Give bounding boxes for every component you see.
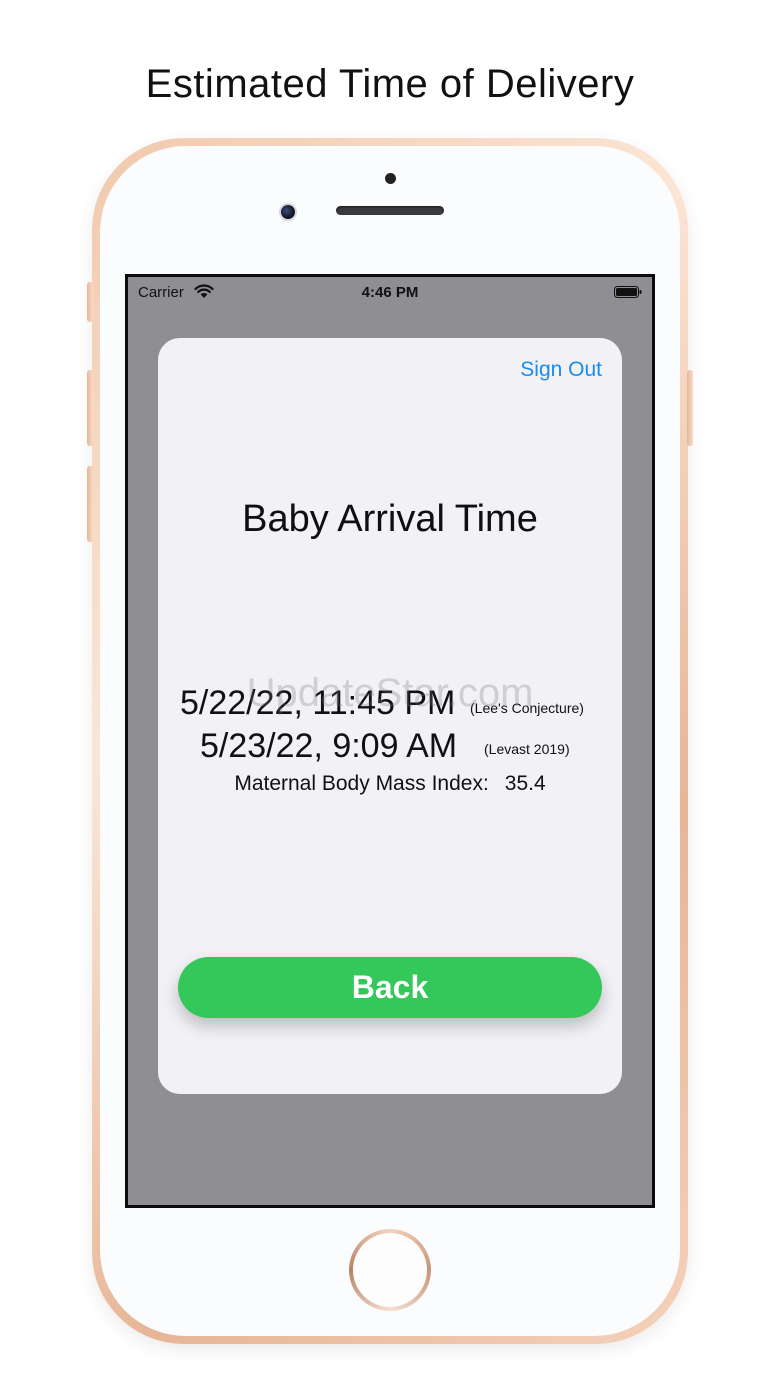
sign-out-button[interactable]: Sign Out <box>520 358 602 382</box>
bmi-label: Maternal Body Mass Index: <box>234 772 489 795</box>
estimate-datetime: 5/23/22, 9:09 AM <box>200 727 458 765</box>
earpiece-speaker <box>336 206 444 215</box>
bmi-row: Maternal Body Mass Index: 35.4 <box>158 772 622 796</box>
proximity-sensor <box>385 173 396 184</box>
estimate-datetime: 5/22/22, 11:45 PM <box>180 684 456 722</box>
power-button <box>687 370 693 446</box>
bmi-value: 35.4 <box>504 772 546 795</box>
estimate-source: (Lee's Conjecture) <box>470 700 584 716</box>
estimate-source: (Levast 2019) <box>484 741 570 757</box>
card-title: Baby Arrival Time <box>242 498 538 540</box>
volume-down-button <box>87 466 93 542</box>
status-bar: Carrier 4:46 PM <box>128 277 652 309</box>
mute-switch <box>87 282 93 322</box>
home-button[interactable] <box>349 1229 431 1311</box>
front-camera-icon <box>279 203 297 221</box>
phone-screen: Carrier 4:46 PM Sign Out Baby Arrival Ti… <box>125 274 655 1208</box>
battery-icon <box>614 286 642 298</box>
arrival-time-card: Sign Out Baby Arrival Time 5/22/22, 11:4… <box>158 338 622 1094</box>
volume-up-button <box>87 370 93 446</box>
back-button[interactable]: Back <box>178 957 602 1018</box>
status-time: 4:46 PM <box>361 284 419 301</box>
page-caption: Estimated Time of Delivery <box>145 62 635 106</box>
